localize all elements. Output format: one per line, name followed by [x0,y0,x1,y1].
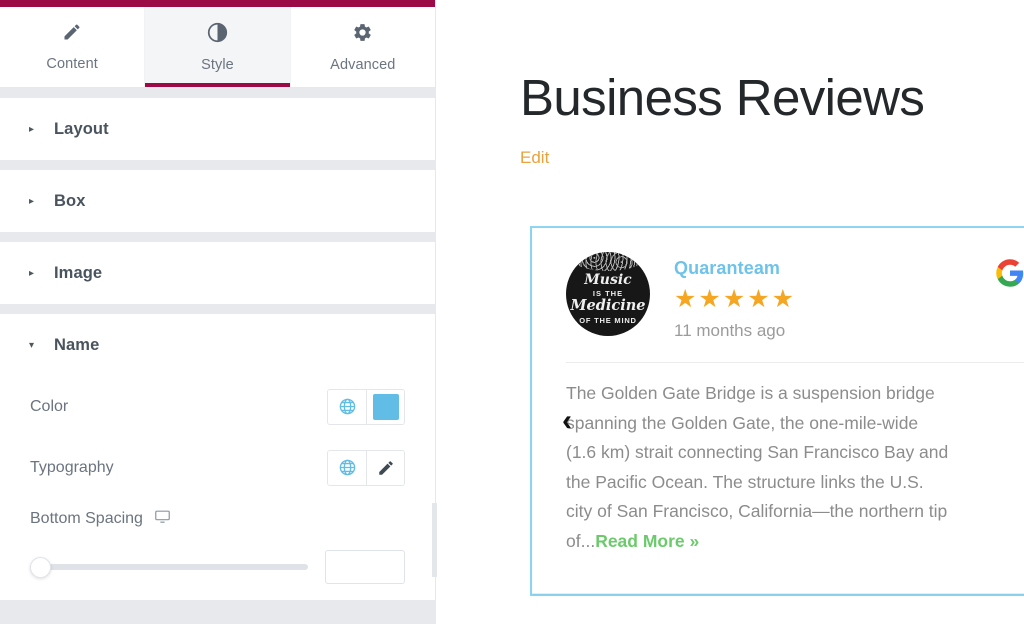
read-more-link[interactable]: Read More » [595,531,699,551]
google-logo-icon [995,258,1024,293]
avatar-line-2: IS THE [592,288,624,298]
tab-content-label: Content [46,56,98,72]
name-section-controls: Color Typography Bottom Spacing [0,376,435,594]
chevron-right-icon: ▸ [29,123,35,135]
review-header: Music IS THE Medicine OF THE MIND Quaran… [566,252,1024,341]
gear-icon [352,22,373,48]
section-title-box: Box [54,191,86,210]
contrast-icon [207,22,228,48]
avatar-line-1: Music [584,271,632,288]
review-divider [566,362,1024,363]
review-body-text: The Golden Gate Bridge is a suspension b… [566,379,951,556]
typography-edit-pencil-icon[interactable] [366,450,404,485]
section-header-image[interactable]: ▸ Image [0,242,435,304]
control-row-color: Color [30,376,405,437]
tab-advanced-label: Advanced [330,56,396,73]
control-row-bottom-spacing: Bottom Spacing [30,498,405,540]
slider-track [30,564,308,570]
review-card: Music IS THE Medicine OF THE MIND Quaran… [532,228,1024,594]
panel-tabs: Content Style Advanced [0,7,435,88]
globe-icon[interactable] [328,450,366,485]
color-swatch [372,393,399,420]
control-row-typography: Typography [30,437,405,498]
editor-settings-panel: Content Style Advanced ▸ Layout ▸ Box ▸ … [0,0,436,624]
preview-canvas: Business Reviews Edit Music IS THE Medic… [437,0,1024,624]
section-header-layout[interactable]: ▸ Layout [0,98,435,160]
bottom-spacing-label-text: Bottom Spacing [30,510,143,527]
tab-style[interactable]: Style [145,7,291,87]
edit-link[interactable]: Edit [520,148,549,168]
bottom-spacing-slider[interactable] [30,557,308,578]
bottom-spacing-slider-row [30,540,405,594]
review-meta: Quaranteam ★★★★★ 11 months ago [674,252,796,341]
section-divider-strip [0,160,435,170]
carousel-prev-arrow-icon[interactable]: ‹ [562,406,572,436]
avatar-line-4: OF THE MIND [579,315,637,325]
avatar-line-3: Medicine [570,297,646,315]
section-divider-strip [0,88,435,98]
section-header-box[interactable]: ▸ Box [0,170,435,232]
section-divider-strip [0,304,435,314]
control-label-typography: Typography [30,458,114,476]
chevron-right-icon: ▸ [29,195,35,207]
slider-thumb[interactable] [30,557,51,578]
panel-footer-strip [0,600,435,624]
color-control-group [327,388,405,425]
typography-control-group [327,449,405,486]
desktop-monitor-icon[interactable] [154,508,171,530]
review-body-excerpt: The Golden Gate Bridge is a suspension b… [566,383,949,551]
section-header-name[interactable]: ▾ Name [0,314,435,376]
page-title: Business Reviews [520,69,925,126]
color-swatch-button[interactable] [366,389,404,424]
control-label-bottom-spacing: Bottom Spacing [30,508,171,530]
tab-advanced[interactable]: Advanced [291,7,435,87]
chevron-down-icon: ▾ [29,339,35,351]
pencil-icon [62,22,82,47]
review-timestamp: 11 months ago [674,321,786,340]
chevron-right-icon: ▸ [29,267,35,279]
reviewer-name[interactable]: Quaranteam [674,258,796,279]
section-divider-strip [0,232,435,242]
section-title-image: Image [54,263,103,282]
tab-style-label: Style [201,56,234,73]
control-label-color: Color [30,397,69,415]
selected-widget-outline[interactable]: Music IS THE Medicine OF THE MIND Quaran… [530,226,1024,596]
section-title-layout: Layout [54,119,109,138]
tab-content[interactable]: Content [0,7,146,87]
avatar: Music IS THE Medicine OF THE MIND [566,252,650,336]
panel-top-accent-bar [0,0,435,7]
bottom-spacing-input[interactable] [325,550,405,584]
section-title-name: Name [54,335,100,354]
star-rating: ★★★★★ [674,285,797,313]
globe-icon[interactable] [328,389,366,424]
